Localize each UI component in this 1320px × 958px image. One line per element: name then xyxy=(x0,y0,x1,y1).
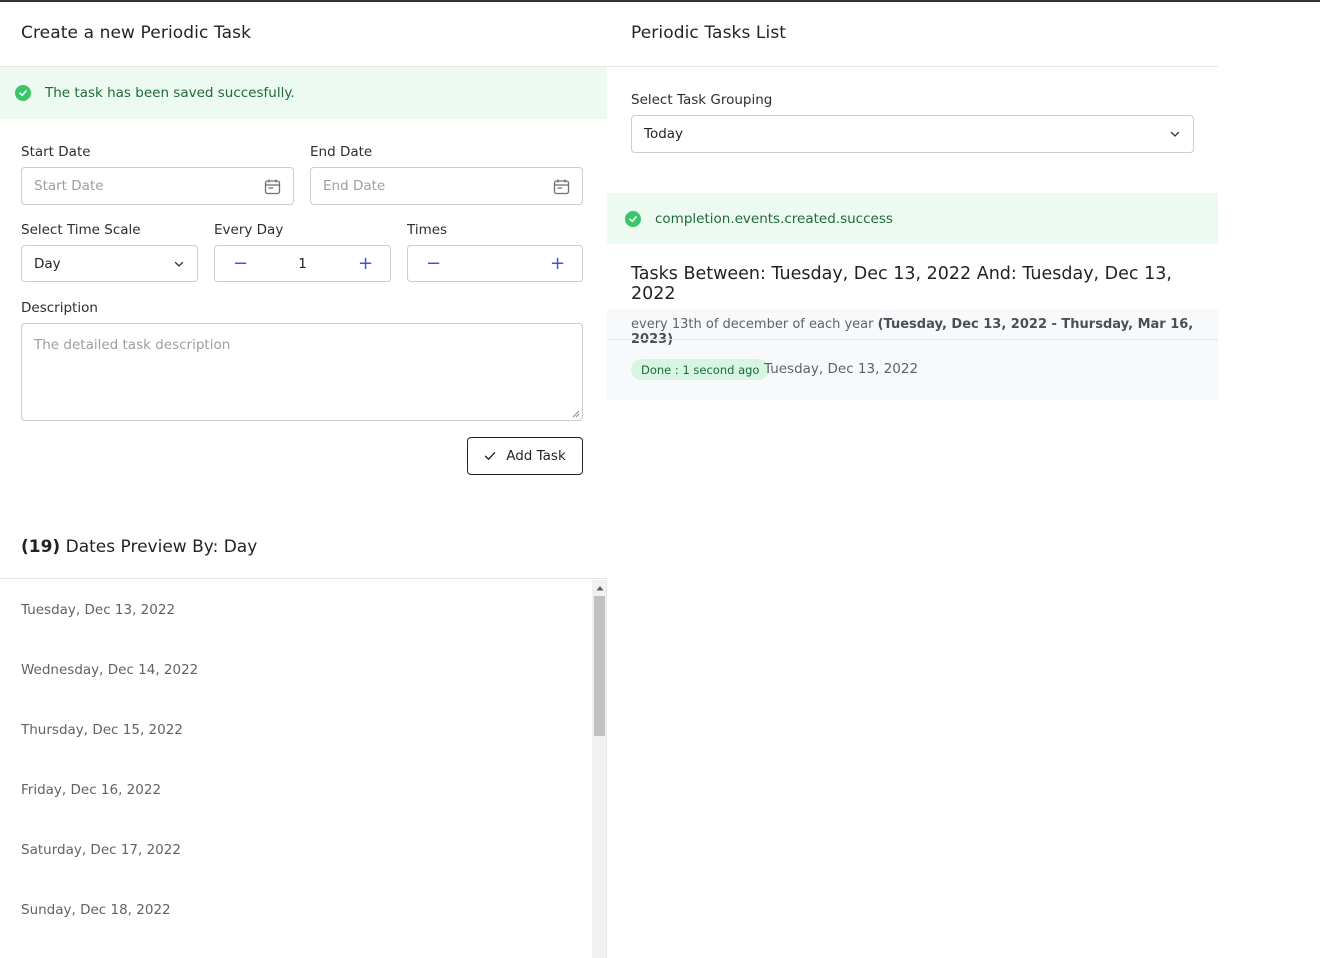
saved-alert: The task has been saved succesfully. xyxy=(0,67,607,119)
times-stepper[interactable]: − + xyxy=(407,245,583,282)
list-item: Friday, Dec 16, 2022 xyxy=(21,782,162,798)
every-day-value[interactable]: 1 xyxy=(298,256,307,272)
increment-button[interactable]: + xyxy=(550,254,565,273)
dates-preview-label: Dates Preview By: Day xyxy=(65,537,258,557)
decrement-button[interactable]: − xyxy=(233,254,248,273)
dates-count: (19) xyxy=(21,537,61,557)
dates-preview-title: (19) Dates Preview By: Day xyxy=(21,537,257,557)
scrollbar-thumb[interactable] xyxy=(594,596,605,736)
times-label: Times xyxy=(407,222,448,238)
list-item: Saturday, Dec 17, 2022 xyxy=(21,842,181,858)
task-grouping-value: Today xyxy=(644,126,684,142)
check-circle-icon xyxy=(625,210,641,227)
resize-grip-icon[interactable] xyxy=(572,410,580,418)
task-item[interactable]: every 13th of december of each year (Tue… xyxy=(607,309,1218,400)
events-alert: completion.events.created.success xyxy=(607,193,1218,244)
task-recurrence: every 13th of december of each year xyxy=(631,317,874,332)
add-task-button[interactable]: Add Task xyxy=(467,437,583,475)
every-day-label: Every Day xyxy=(214,222,284,238)
description-label: Description xyxy=(21,300,98,316)
task-date: Tuesday, Dec 13, 2022 xyxy=(764,361,919,377)
check-icon xyxy=(485,452,496,460)
task-grouping-select[interactable]: Today xyxy=(631,115,1194,153)
task-description: every 13th of december of each year (Tue… xyxy=(631,317,1218,347)
saved-alert-message: The task has been saved succesfully. xyxy=(45,85,295,101)
dates-scrollbar[interactable] xyxy=(592,580,607,958)
end-date-placeholder: End Date xyxy=(323,178,386,194)
calendar-icon[interactable] xyxy=(263,177,281,195)
list-item: Wednesday, Dec 14, 2022 xyxy=(21,662,199,678)
end-date-label: End Date xyxy=(310,144,373,160)
calendar-icon[interactable] xyxy=(552,177,570,195)
check-circle-icon xyxy=(15,85,31,101)
start-date-placeholder: Start Date xyxy=(34,178,104,194)
end-date-input[interactable]: End Date xyxy=(310,167,583,205)
divider xyxy=(0,578,607,579)
time-scale-select[interactable]: Day xyxy=(21,245,198,282)
status-badge: Done : 1 second ago xyxy=(631,359,770,380)
tasks-list-title: Periodic Tasks List xyxy=(631,23,787,43)
scroll-up-icon[interactable] xyxy=(592,582,607,594)
increment-button[interactable]: + xyxy=(358,254,373,273)
tasks-range-title: Tasks Between: Tuesday, Dec 13, 2022 And… xyxy=(631,264,1172,304)
list-item: Sunday, Dec 18, 2022 xyxy=(21,902,171,918)
events-alert-message: completion.events.created.success xyxy=(655,210,893,227)
chevron-down-icon xyxy=(1170,131,1180,137)
task-grouping-label: Select Task Grouping xyxy=(631,92,773,108)
chevron-down-icon xyxy=(174,261,184,267)
decrement-button[interactable]: − xyxy=(426,254,441,273)
every-day-stepper[interactable]: − 1 + xyxy=(214,245,391,282)
create-task-title: Create a new Periodic Task xyxy=(21,23,252,43)
tasks-list-panel: Periodic Tasks List Select Task Grouping… xyxy=(607,2,1218,958)
description-placeholder: The detailed task description xyxy=(34,337,231,353)
start-date-label: Start Date xyxy=(21,144,91,160)
time-scale-label: Select Time Scale xyxy=(21,222,141,238)
start-date-input[interactable]: Start Date xyxy=(21,167,294,205)
list-item: Tuesday, Dec 13, 2022 xyxy=(21,602,176,618)
add-task-label: Add Task xyxy=(506,448,566,464)
description-textarea[interactable]: The detailed task description xyxy=(21,323,583,421)
divider xyxy=(607,339,1218,340)
time-scale-value: Day xyxy=(34,255,61,272)
list-item: Thursday, Dec 15, 2022 xyxy=(21,722,183,738)
divider xyxy=(607,66,1218,67)
dates-preview-list[interactable]: Tuesday, Dec 13, 2022 Wednesday, Dec 14,… xyxy=(0,580,592,958)
create-task-panel: Create a new Periodic Task The task has … xyxy=(0,2,607,958)
